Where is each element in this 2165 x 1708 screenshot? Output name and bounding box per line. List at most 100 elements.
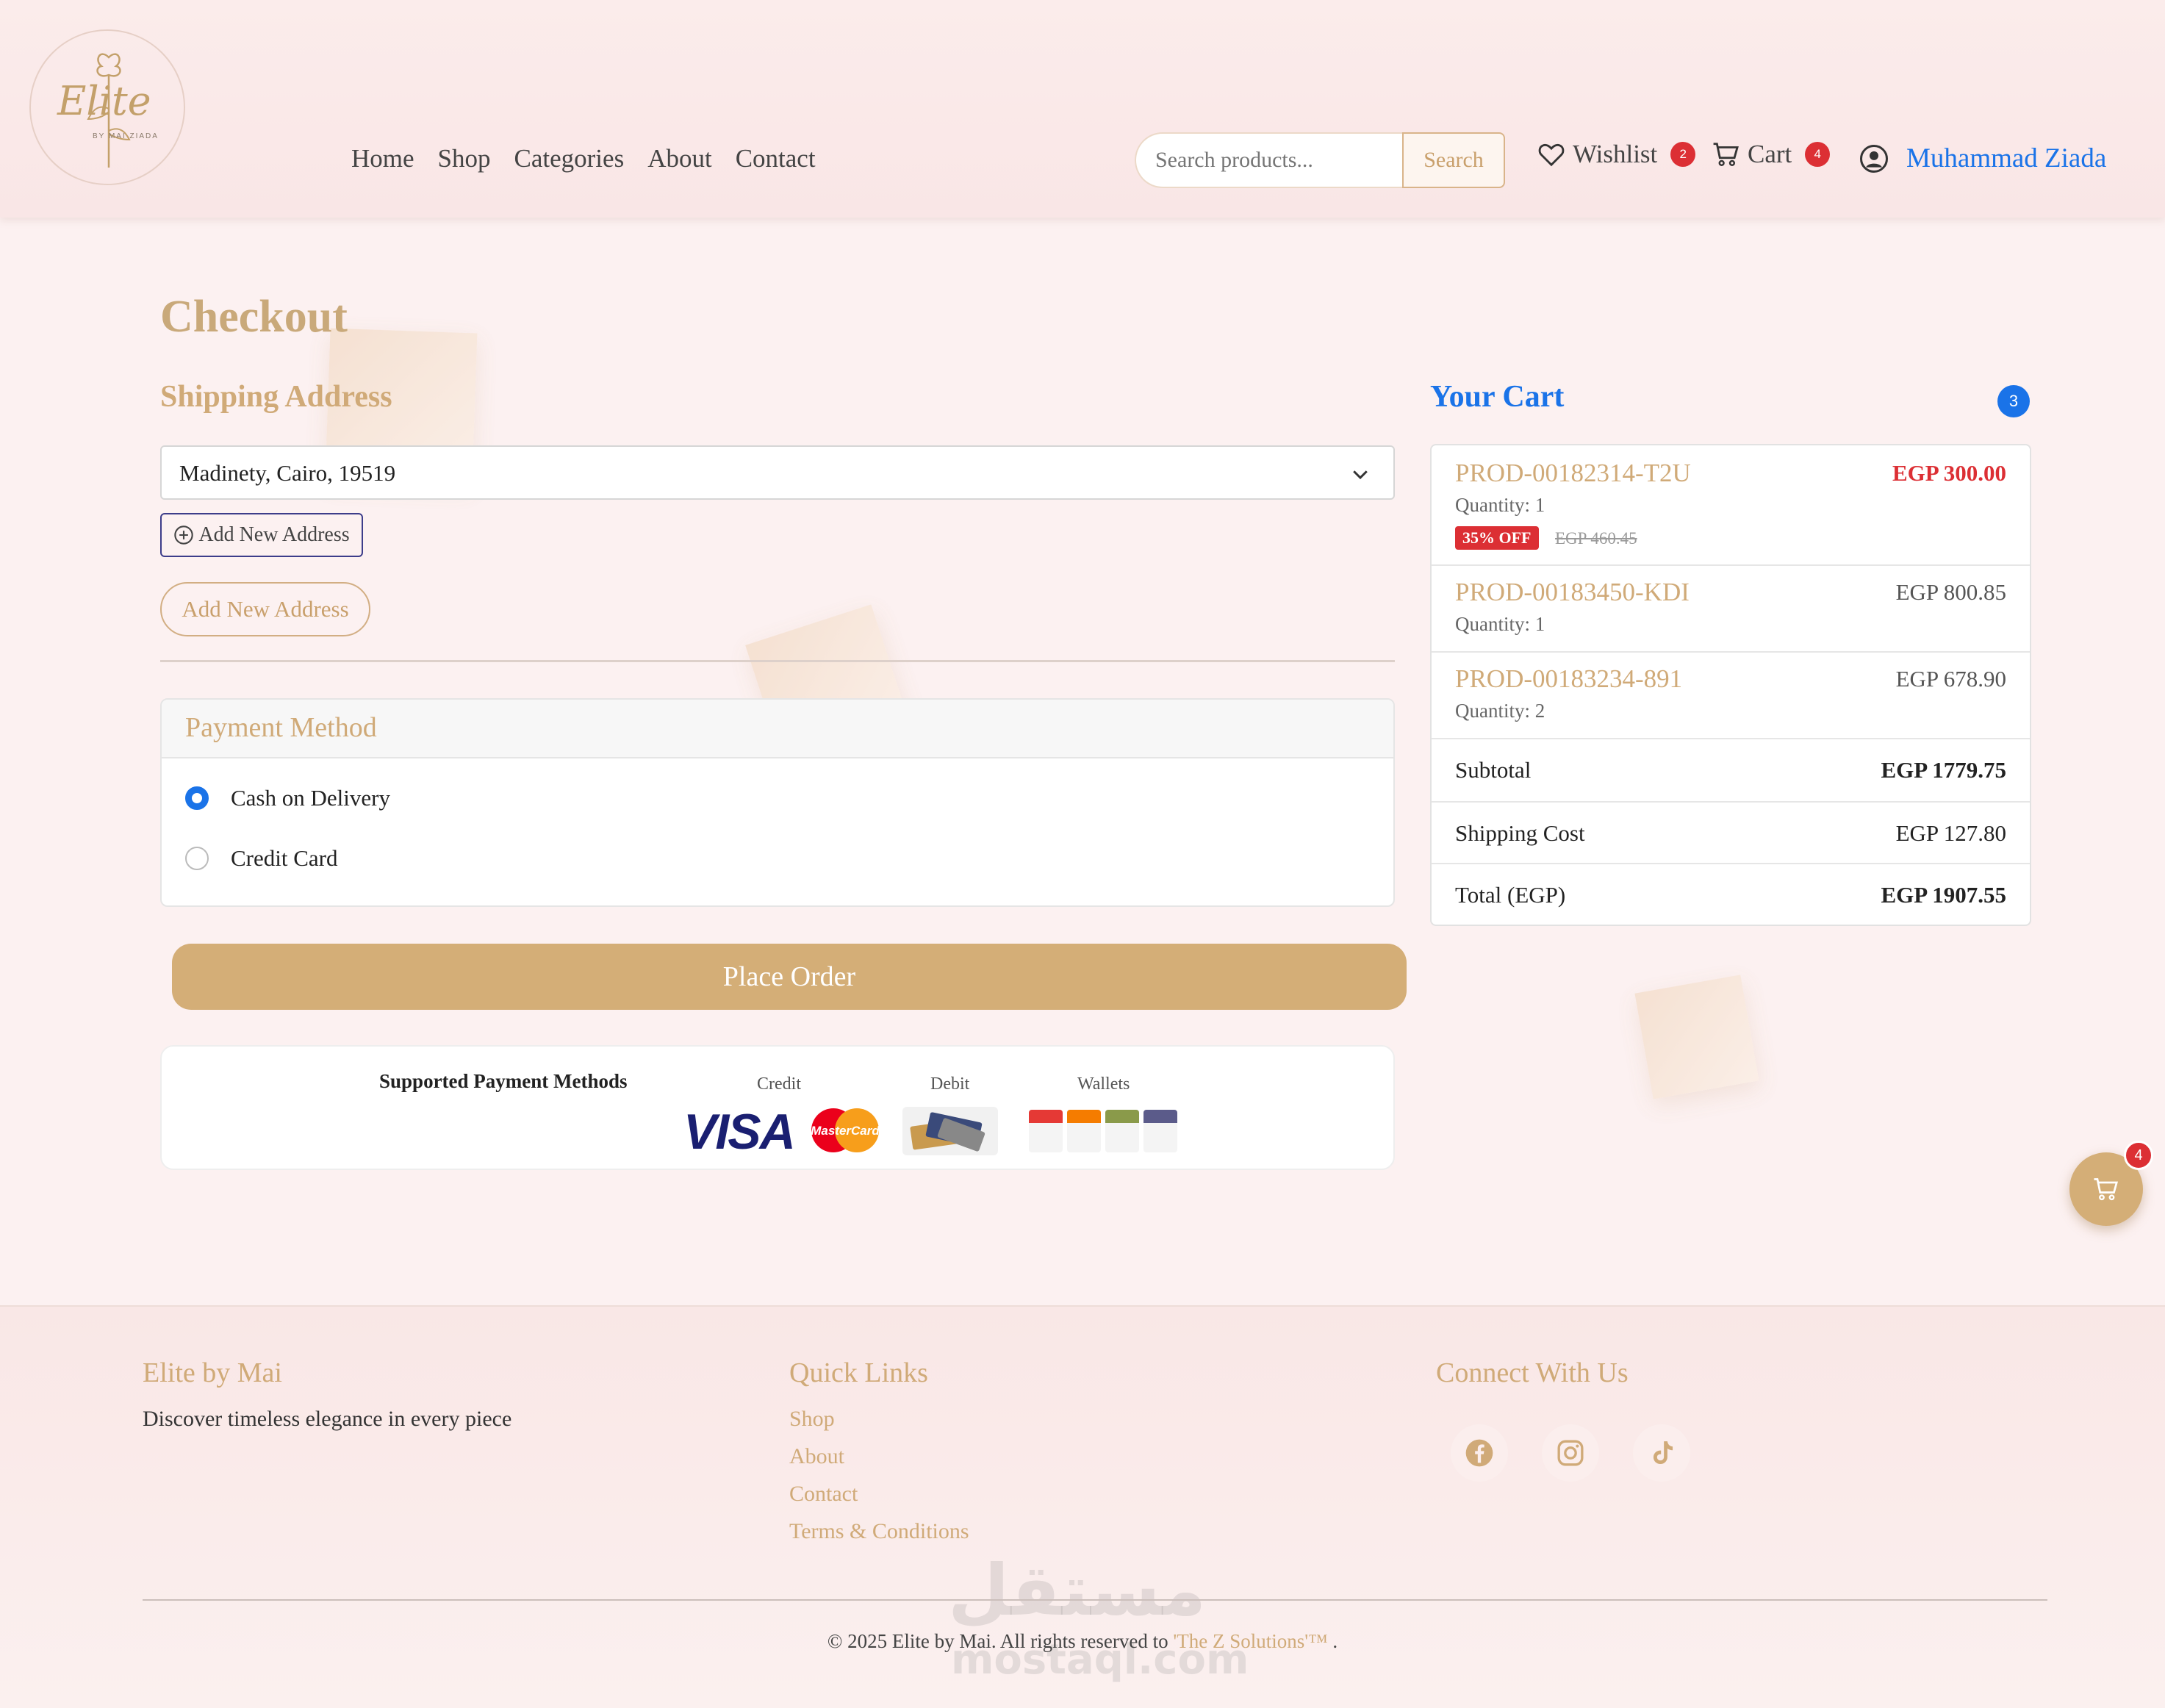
- logo-script: Elite: [57, 78, 151, 124]
- item-quantity: Quantity: 1: [1455, 494, 1545, 516]
- footer-connect-title: Connect With Us: [1436, 1357, 1629, 1388]
- payment-option-label: Credit Card: [231, 845, 338, 871]
- tiktok-link[interactable]: [1633, 1424, 1690, 1482]
- cart-item: PROD-00183234-891 EGP 678.90 Quantity: 2: [1432, 653, 2030, 739]
- payment-option-label: Cash on Delivery: [231, 785, 390, 811]
- cart-items-count-badge: 3: [1997, 385, 2030, 417]
- cart-label: Cart: [1748, 140, 1792, 168]
- item-quantity: Quantity: 1: [1455, 613, 1545, 635]
- wallet-logo: [1143, 1110, 1177, 1152]
- subtotal-row: Subtotal EGP 1779.75: [1432, 739, 2030, 803]
- logo-subtext: BY MAI ZIADA: [93, 132, 159, 140]
- add-address-label: Add New Address: [198, 523, 350, 546]
- footer-brand-text: Discover timeless elegance in every piec…: [143, 1407, 512, 1431]
- nav-shop[interactable]: Shop: [438, 144, 491, 173]
- wallet-logo: [1067, 1110, 1101, 1152]
- tiktok-icon: [1653, 1441, 1673, 1465]
- item-price: EGP 800.85: [1895, 579, 2006, 605]
- place-order-button[interactable]: Place Order: [172, 944, 1407, 1010]
- total-label: Total (EGP): [1455, 882, 1566, 908]
- company-link[interactable]: 'The Z Solutions'™: [1173, 1630, 1327, 1652]
- cart-count-badge: 4: [1805, 142, 1831, 167]
- shipping-value: EGP 127.80: [1895, 820, 2006, 846]
- visa-logo: VISA: [683, 1104, 796, 1160]
- nav-categories[interactable]: Categories: [514, 144, 625, 173]
- subtotal-value: EGP 1779.75: [1881, 757, 2006, 783]
- shipping-row: Shipping Cost EGP 127.80: [1432, 803, 2030, 864]
- payment-method-card: Payment Method Cash on Delivery Credit C…: [160, 698, 1395, 907]
- footer-link-about[interactable]: About: [789, 1444, 969, 1469]
- copyright-prefix: © 2025 Elite by Mai. All rights reserved…: [827, 1630, 1168, 1652]
- payment-option-cod[interactable]: Cash on Delivery: [185, 785, 390, 811]
- cart-summary: PROD-00182314-T2U EGP 300.00 Quantity: 1…: [1430, 444, 2031, 926]
- footer-brand-title: Elite by Mai: [143, 1357, 282, 1388]
- user-name: Muhammad Ziada: [1906, 143, 2107, 173]
- total-row: Total (EGP) EGP 1907.55: [1432, 864, 2030, 925]
- footer-link-terms[interactable]: Terms & Conditions: [789, 1519, 969, 1544]
- cart-item: PROD-00182314-T2U EGP 300.00 Quantity: 1…: [1432, 445, 2030, 566]
- floating-cart-count: 4: [2124, 1141, 2153, 1170]
- radio-credit-card[interactable]: [185, 847, 209, 870]
- search-button[interactable]: Search: [1402, 132, 1505, 188]
- subtotal-label: Subtotal: [1455, 757, 1532, 783]
- instagram-icon: [1557, 1440, 1584, 1466]
- method-label-debit: Debit: [930, 1074, 970, 1094]
- user-icon: [1860, 144, 1888, 173]
- footer-divider: [143, 1599, 2047, 1601]
- wishlist-link[interactable]: Wishlist 2: [1537, 140, 1696, 169]
- footer-links: Shop About Contact Terms & Conditions: [789, 1407, 969, 1544]
- item-name[interactable]: PROD-00183234-891: [1455, 664, 1682, 694]
- selected-address: Madinety, Cairo, 19519: [179, 460, 396, 486]
- footer-link-shop[interactable]: Shop: [789, 1407, 969, 1432]
- facebook-link[interactable]: [1451, 1424, 1508, 1482]
- shipping-title: Shipping Address: [160, 380, 392, 414]
- debit-cards-image: [902, 1107, 998, 1155]
- address-select[interactable]: Madinety, Cairo, 19519: [160, 445, 1395, 500]
- plus-circle-icon: [174, 525, 194, 545]
- decorative-square: [1634, 975, 1759, 1099]
- method-label-wallets: Wallets: [1077, 1074, 1130, 1094]
- search-input[interactable]: [1135, 132, 1402, 188]
- wallet-logo: [1029, 1110, 1063, 1152]
- cart-link[interactable]: Cart 4: [1712, 140, 1831, 169]
- wishlist-count-badge: 2: [1670, 142, 1696, 167]
- footer-links-title: Quick Links: [789, 1357, 928, 1388]
- add-address-pill-button[interactable]: Add New Address: [160, 582, 370, 636]
- nav-about[interactable]: About: [647, 144, 712, 173]
- payment-option-credit-card[interactable]: Credit Card: [185, 845, 338, 872]
- nav-home[interactable]: Home: [351, 144, 414, 173]
- method-label-credit: Credit: [757, 1074, 801, 1094]
- heart-icon: [1538, 143, 1565, 167]
- chevron-down-icon: [1353, 470, 1368, 480]
- search-bar: Search: [1135, 132, 1505, 188]
- wallets-logos: [1029, 1110, 1177, 1152]
- site-footer: Elite by Mai Discover timeless elegance …: [0, 1305, 2165, 1708]
- item-price: EGP 300.00: [1892, 460, 2006, 486]
- radio-cod[interactable]: [185, 786, 209, 810]
- discount-badge: 35% OFF: [1455, 526, 1539, 550]
- facebook-icon: [1465, 1439, 1493, 1467]
- cart-title: Your Cart: [1430, 380, 1565, 414]
- instagram-link[interactable]: [1542, 1424, 1599, 1482]
- wishlist-label: Wishlist: [1573, 140, 1658, 168]
- supported-methods-card: Supported Payment Methods Credit Debit W…: [160, 1045, 1395, 1170]
- item-price: EGP 678.90: [1895, 666, 2006, 692]
- copyright-text: © 2025 Elite by Mai. All rights reserved…: [0, 1630, 2165, 1653]
- wallet-logo: [1105, 1110, 1139, 1152]
- page-title: Checkout: [160, 292, 348, 342]
- footer-link-contact[interactable]: Contact: [789, 1482, 969, 1507]
- main-nav: Home Shop Categories About Contact: [351, 144, 816, 173]
- site-header: Elite BY MAI ZIADA Home Shop Categories …: [0, 0, 2165, 218]
- item-name[interactable]: PROD-00183450-KDI: [1455, 578, 1690, 607]
- user-menu[interactable]: Muhammad Ziada: [1859, 143, 2106, 174]
- item-name[interactable]: PROD-00182314-T2U: [1455, 459, 1691, 488]
- nav-contact[interactable]: Contact: [736, 144, 816, 173]
- cart-icon: [1713, 143, 1739, 166]
- cart-item: PROD-00183450-KDI EGP 800.85 Quantity: 1: [1432, 566, 2030, 653]
- add-address-button[interactable]: Add New Address: [160, 513, 363, 557]
- mastercard-text: MasterCard: [811, 1124, 880, 1138]
- supported-methods-title: Supported Payment Methods: [379, 1070, 628, 1092]
- mastercard-logo: MasterCard: [811, 1108, 880, 1152]
- total-value: EGP 1907.55: [1881, 882, 2006, 908]
- brand-logo[interactable]: Elite BY MAI ZIADA: [29, 29, 185, 185]
